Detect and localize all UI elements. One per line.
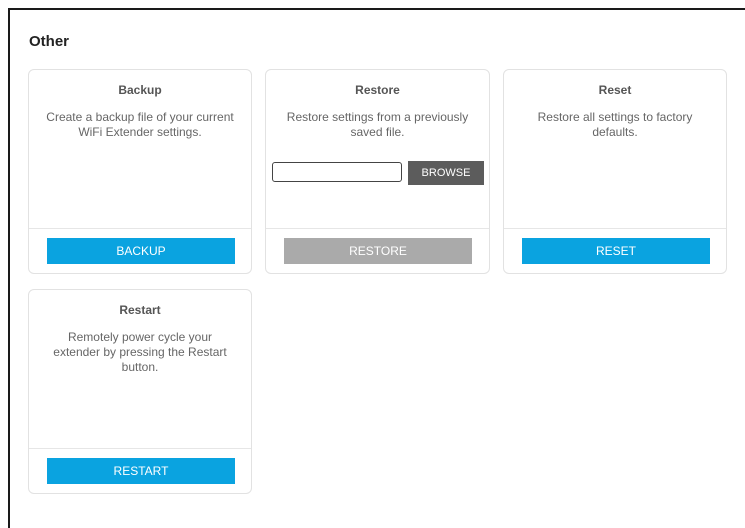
backup-description: Create a backup file of your current WiF… (46, 110, 234, 139)
browse-button[interactable]: BROWSE (408, 161, 484, 185)
restore-description: Restore settings from a previously saved… (286, 110, 469, 139)
restore-button[interactable]: RESTORE (284, 238, 472, 264)
restart-title: Restart (119, 303, 161, 317)
reset-title: Reset (598, 83, 632, 97)
backup-divider (29, 228, 251, 229)
restore-card: Restore Restore settings from a previous… (265, 69, 490, 274)
backup-button[interactable]: BACKUP (47, 238, 235, 264)
backup-card: Backup Create a backup file of your curr… (28, 69, 252, 274)
restart-button[interactable]: RESTART (47, 458, 235, 484)
restart-description: Remotely power cycle your extender by pr… (53, 330, 227, 374)
backup-title: Backup (118, 83, 162, 97)
reset-card: Reset Restore all settings to factory de… (503, 69, 727, 274)
restart-divider (29, 448, 251, 449)
section-title: Other (29, 33, 70, 50)
restart-card: Restart Remotely power cycle your extend… (28, 289, 252, 494)
restore-title: Restore (355, 83, 400, 97)
restore-file-input[interactable] (272, 162, 402, 182)
restore-divider (266, 228, 489, 229)
reset-button[interactable]: RESET (522, 238, 710, 264)
reset-divider (504, 228, 726, 229)
reset-description: Restore all settings to factory defaults… (537, 110, 693, 139)
